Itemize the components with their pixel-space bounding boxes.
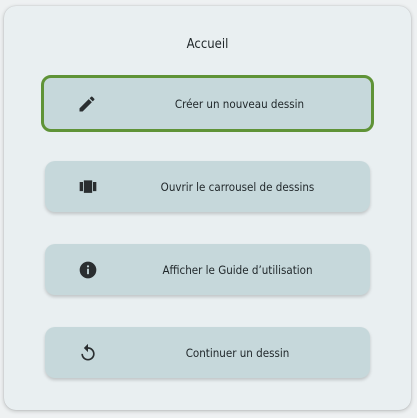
open-carousel-button[interactable]: Ouvrir le carrousel de dessins: [45, 161, 370, 212]
continue-drawing-button[interactable]: Continuer un dessin: [45, 327, 370, 378]
home-dialog: Accueil Créer un nouveau dessin Ouvrir l…: [4, 6, 411, 410]
create-new-drawing-label: Créer un nouveau dessin: [174, 96, 305, 111]
create-new-drawing-button[interactable]: Créer un nouveau dessin: [41, 75, 374, 132]
pencil-icon: [77, 94, 97, 114]
open-carousel-label: Ouvrir le carrousel de dessins: [160, 179, 315, 194]
show-user-guide-button[interactable]: Afficher le Guide d’utilisation: [45, 244, 370, 295]
restore-icon: [78, 343, 98, 363]
continue-drawing-label: Continuer un dessin: [185, 345, 290, 360]
carousel-icon: [78, 177, 98, 197]
dialog-title: Accueil: [186, 37, 229, 52]
show-user-guide-label: Afficher le Guide d’utilisation: [162, 262, 313, 277]
info-icon: [78, 260, 98, 280]
